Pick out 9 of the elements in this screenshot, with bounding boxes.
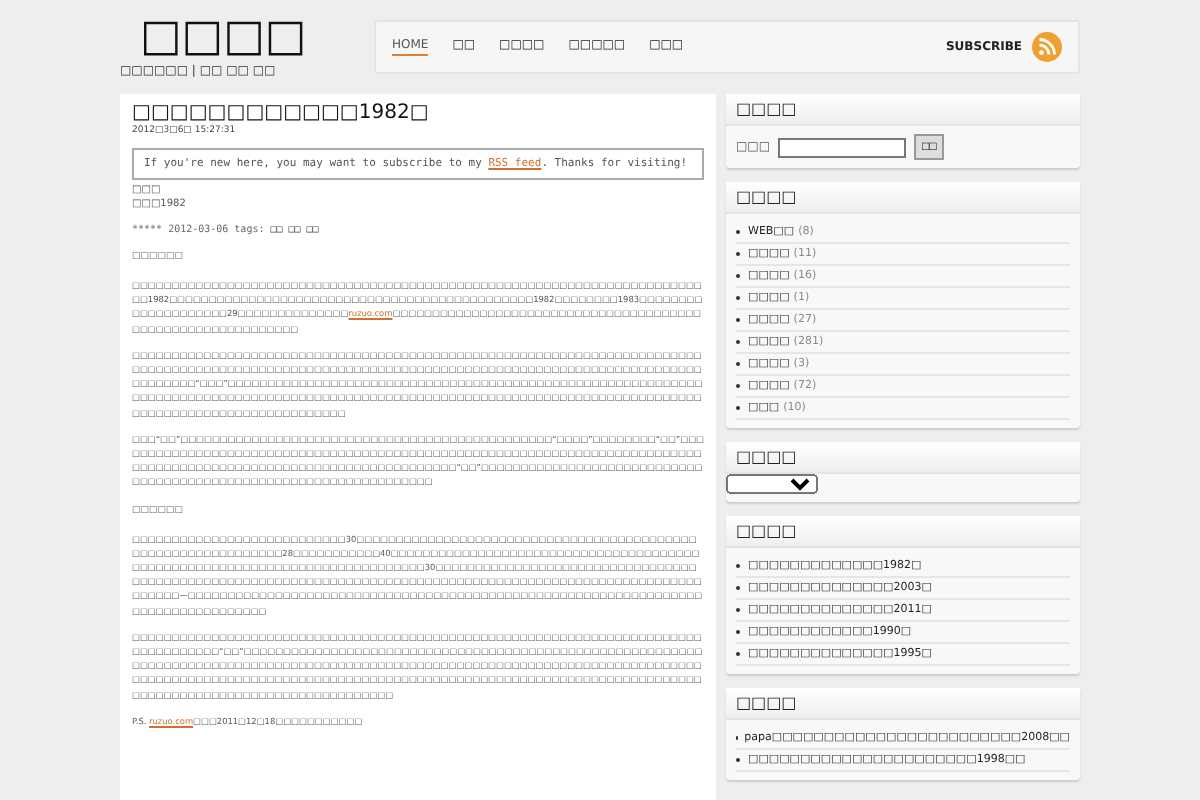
widget-title: □□□□ xyxy=(726,442,1080,474)
site-logo[interactable]: □□□□ xyxy=(140,12,307,64)
post-title[interactable]: □□□□□□□□□□□□1982□ xyxy=(132,102,704,124)
widget-title: □□□□ xyxy=(726,688,1080,720)
widget-title: □□□□ xyxy=(726,182,1080,214)
widget-title: □□□□ xyxy=(726,516,1080,548)
archive-dropdown[interactable] xyxy=(726,474,818,494)
search-field[interactable] xyxy=(778,137,907,157)
widget-title: □□□□ xyxy=(726,94,1080,126)
